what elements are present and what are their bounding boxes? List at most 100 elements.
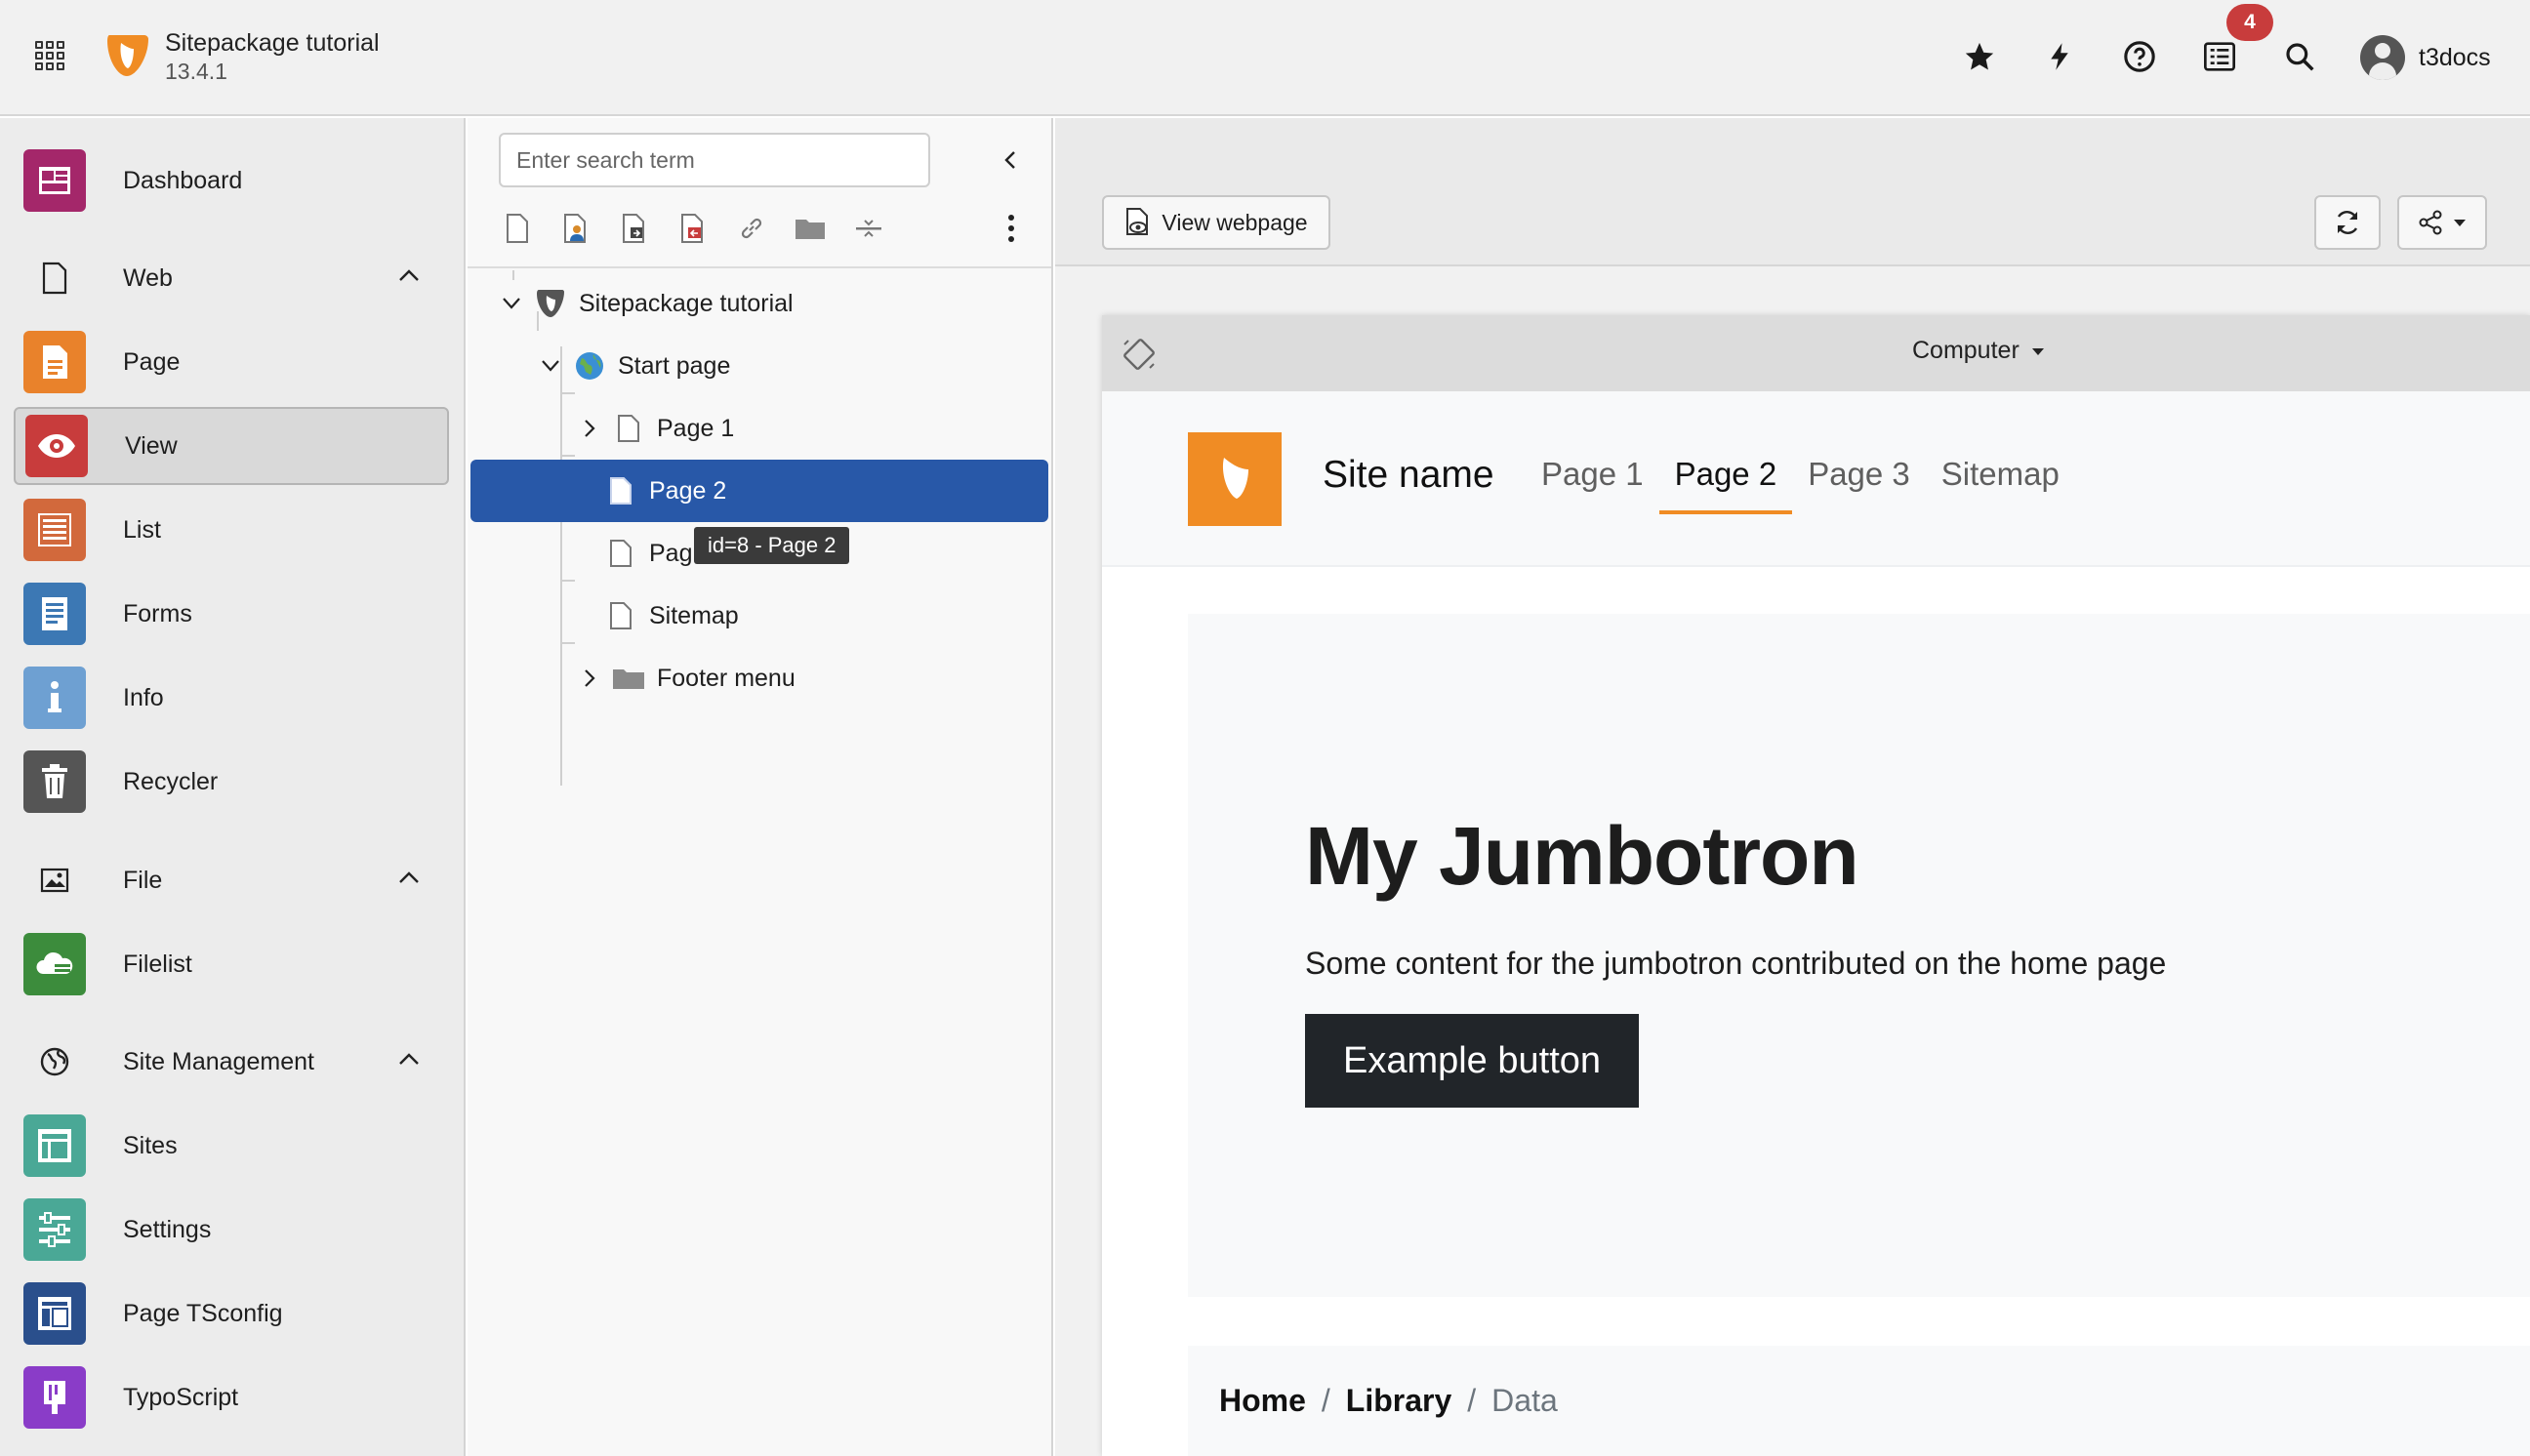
chevron-up-icon[interactable] xyxy=(398,1052,420,1066)
external-link-page-icon[interactable] xyxy=(674,210,712,247)
menu-label: Sites xyxy=(123,1131,178,1159)
bolt-icon[interactable] xyxy=(2040,37,2079,76)
breadcrumb-library[interactable]: Library xyxy=(1346,1383,1451,1419)
menu-item-recycler[interactable]: Recycler xyxy=(14,743,449,821)
website-preview: Site name Page 1 Page 2 Page 3 Sitemap M… xyxy=(1102,391,2530,1456)
menu-label: Dashboard xyxy=(123,166,243,194)
menu-label: View xyxy=(125,431,178,460)
backend-user-page-icon[interactable] xyxy=(557,210,594,247)
rotate-device-icon[interactable] xyxy=(1122,337,1157,372)
device-selector[interactable]: Computer xyxy=(1912,337,2045,365)
tree-node-page-2[interactable]: Page 2 xyxy=(470,460,1048,522)
typoscript-icon xyxy=(23,1366,86,1429)
more-actions-icon[interactable] xyxy=(992,206,1031,251)
tree-toolbar xyxy=(499,206,887,251)
page-icon xyxy=(604,599,637,632)
cloud-file-icon xyxy=(23,933,86,995)
share-dropdown-button[interactable] xyxy=(2397,195,2487,250)
link-icon[interactable] xyxy=(733,210,770,247)
dashboard-icon xyxy=(23,149,86,212)
menu-item-dashboard[interactable]: Dashboard xyxy=(14,142,449,220)
tree-node-label: Page 1 xyxy=(657,414,735,442)
nav-link-page-2[interactable]: Page 2 xyxy=(1658,456,1792,514)
tree-node-root[interactable]: Sitepackage tutorial xyxy=(497,272,794,335)
menu-item-view[interactable]: View xyxy=(14,407,449,485)
shortcut-page-icon[interactable] xyxy=(616,210,653,247)
example-button[interactable]: Example button xyxy=(1305,1014,1639,1108)
notifications-icon[interactable] xyxy=(2200,37,2239,76)
typo3-site-icon xyxy=(534,287,567,320)
menu-item-info[interactable]: Info xyxy=(14,659,449,737)
tree-node-sitemap[interactable]: Sitemap xyxy=(604,585,739,647)
chevron-up-icon[interactable] xyxy=(398,870,420,884)
chevron-down-icon[interactable] xyxy=(497,289,526,318)
viewport-toolbar: Computer xyxy=(1102,315,2530,391)
menu-group-site-management[interactable]: Site Management xyxy=(14,1032,449,1091)
menu-group-label: Web xyxy=(123,263,173,292)
menu-item-list[interactable]: List xyxy=(14,491,449,569)
page-tsconfig-icon xyxy=(23,1282,86,1345)
view-webpage-button[interactable]: View webpage xyxy=(1102,195,1330,250)
jumbotron-title: My Jumbotron xyxy=(1305,810,1859,902)
jumbotron-text: Some content for the jumbotron contribut… xyxy=(1305,946,2167,981)
divider-icon[interactable] xyxy=(850,210,887,247)
chevron-down-icon[interactable] xyxy=(536,351,565,381)
version-label: 13.4.1 xyxy=(165,59,227,84)
nav-link-page-3[interactable]: Page 3 xyxy=(1808,456,1910,493)
eye-icon xyxy=(25,415,88,477)
menu-item-page-tsconfig[interactable]: Page TSconfig xyxy=(14,1274,449,1353)
tree-node-label: Sitemap xyxy=(649,601,739,629)
site-brand-name[interactable]: Site name xyxy=(1323,454,1494,497)
tree-search-input[interactable] xyxy=(499,133,930,187)
globe-page-icon xyxy=(573,349,606,383)
menu-label: Page xyxy=(123,347,181,376)
app-menu-icon[interactable] xyxy=(35,41,64,70)
folder-icon[interactable] xyxy=(792,210,829,247)
top-bar: Sitepackage tutorial 13.4.1 4 t3docs xyxy=(0,0,2530,116)
menu-item-forms[interactable]: Forms xyxy=(14,575,449,653)
menu-label: Page TSconfig xyxy=(123,1299,283,1327)
share-icon xyxy=(2419,210,2442,235)
help-icon[interactable] xyxy=(2120,37,2159,76)
user-menu[interactable]: t3docs xyxy=(2360,35,2491,80)
new-page-icon[interactable] xyxy=(499,210,536,247)
nav-link-sitemap[interactable]: Sitemap xyxy=(1941,456,2060,493)
tree-node-start-page[interactable]: Start page xyxy=(536,335,730,397)
caret-down-icon xyxy=(2031,347,2044,355)
tree-node-page-3[interactable]: Pag xyxy=(604,522,692,585)
menu-group-label: File xyxy=(123,866,163,894)
device-label: Computer xyxy=(1912,337,2020,364)
menu-item-sites[interactable]: Sites xyxy=(14,1107,449,1185)
tree-node-footer-menu[interactable]: Footer menu xyxy=(575,647,796,709)
collapse-panel-icon[interactable] xyxy=(991,141,1030,180)
chevron-up-icon[interactable] xyxy=(398,268,420,282)
tree-node-page-1[interactable]: Page 1 xyxy=(575,397,734,460)
chevron-right-icon[interactable] xyxy=(575,664,604,693)
site-logo-icon[interactable] xyxy=(1188,432,1282,526)
page-icon xyxy=(604,537,637,570)
menu-group-file[interactable]: File xyxy=(14,851,449,910)
site-navbar: Site name Page 1 Page 2 Page 3 Sitemap xyxy=(1102,391,2530,567)
chevron-right-icon[interactable] xyxy=(575,414,604,443)
star-icon[interactable] xyxy=(1960,37,1999,76)
search-icon[interactable] xyxy=(2280,37,2319,76)
menu-item-typoscript[interactable]: TypoScript xyxy=(14,1358,449,1436)
refresh-button[interactable] xyxy=(2314,195,2381,250)
breadcrumb: Home / Library / Data xyxy=(1188,1346,2530,1456)
typo3-logo-icon[interactable] xyxy=(103,31,150,80)
menu-label: Settings xyxy=(123,1215,212,1243)
forms-icon xyxy=(23,583,86,645)
site-nav-links: Page 1 Page 2 Page 3 Sitemap xyxy=(1541,456,2060,514)
menu-label: List xyxy=(123,515,161,544)
view-page-icon xyxy=(1126,208,1149,235)
username-label: t3docs xyxy=(2419,43,2491,71)
menu-item-settings[interactable]: Settings xyxy=(14,1191,449,1269)
breadcrumb-home[interactable]: Home xyxy=(1219,1383,1306,1419)
breadcrumb-separator: / xyxy=(1467,1383,1477,1418)
menu-group-web[interactable]: Web xyxy=(14,249,449,307)
menu-item-page[interactable]: Page xyxy=(14,323,449,401)
menu-label: Forms xyxy=(123,599,192,627)
tree-node-label: Footer menu xyxy=(657,664,796,692)
nav-link-page-1[interactable]: Page 1 xyxy=(1541,456,1644,493)
menu-item-filelist[interactable]: Filelist xyxy=(14,925,449,1003)
